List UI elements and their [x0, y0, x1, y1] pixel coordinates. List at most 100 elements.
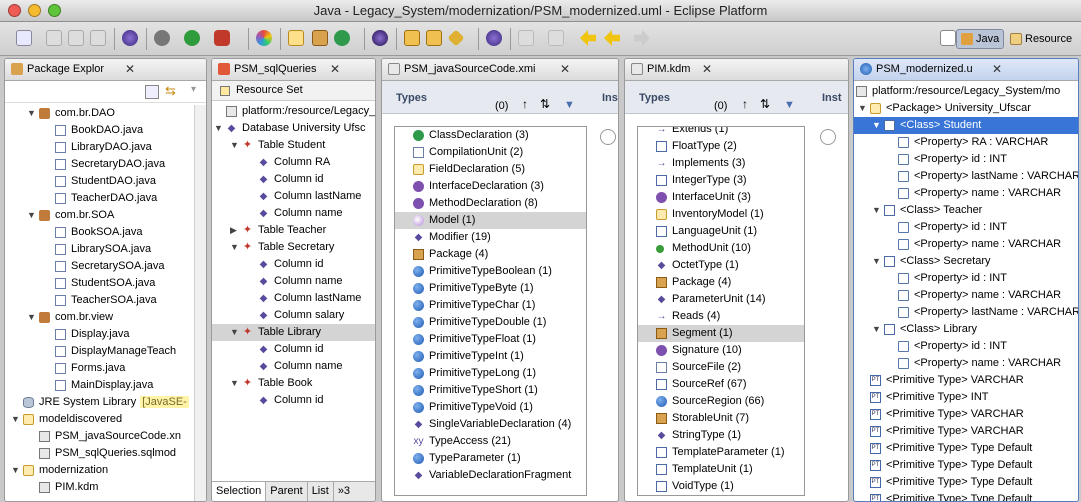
open-type-icon[interactable] [122, 30, 138, 46]
kdm-type-item[interactable]: Package (4) [638, 274, 804, 291]
package-explorer-item[interactable]: MainDisplay.java [5, 377, 206, 394]
tab-parent[interactable]: Parent [266, 482, 308, 501]
uml-tree-item[interactable]: PT <Primitive Type> VARCHAR [854, 423, 1078, 440]
expanded-twisty-icon[interactable]: ▼ [11, 462, 21, 479]
expanded-twisty-icon[interactable]: ▼ [858, 100, 868, 117]
open-folder-icon[interactable] [404, 30, 420, 46]
tab-selection[interactable]: Selection [212, 482, 267, 501]
uml-tree-item[interactable]: ▼ <Class> Secretary [854, 253, 1078, 270]
xmi-type-item[interactable]: PrimitiveTypeInt (1) [395, 348, 586, 365]
package-explorer-item[interactable]: BookSOA.java [5, 224, 206, 241]
package-explorer-item[interactable]: ▼ modernization [5, 462, 206, 479]
xmi-type-item[interactable]: CompilationUnit (2) [395, 144, 586, 161]
sql-tree-item[interactable]: platform:/resource/Legacy_ [212, 103, 375, 120]
package-explorer-item[interactable]: PIM.kdm [5, 479, 206, 496]
uml-tree-item[interactable]: <Property> id : INT [854, 270, 1078, 287]
expanded-twisty-icon[interactable]: ▼ [872, 321, 882, 338]
package-explorer-item[interactable]: ▼ modeldiscovered [5, 411, 206, 428]
sql-tree-item[interactable]: ▼ ✦ Table Book [212, 375, 375, 392]
kdm-type-item[interactable]: LanguageUnit (1) [638, 223, 804, 240]
kdm-type-item[interactable]: → Extends (1) [638, 127, 804, 138]
uml-tree-item[interactable]: PT <Primitive Type> VARCHAR [854, 372, 1078, 389]
sql-tree-item[interactable]: ◆ Column id [212, 256, 375, 273]
types-menu-icon[interactable]: ▼ [784, 99, 795, 111]
uml-modernized-tab[interactable]: PSM_modernized.u ✕ [854, 59, 1078, 81]
uml-tree-item[interactable]: PT <Primitive Type> Type Default [854, 440, 1078, 457]
pencil-icon[interactable] [447, 29, 465, 47]
sql-tree-item[interactable]: ◆ Column lastName [212, 290, 375, 307]
pim-kdm-tab[interactable]: PIM.kdm ✕ [625, 59, 848, 81]
uml-tree-item[interactable]: <Property> name : VARCHAR [854, 287, 1078, 304]
kdm-type-item[interactable]: VoidType (1) [638, 478, 804, 495]
kdm-type-item[interactable]: SourceFile (2) [638, 359, 804, 376]
kdm-type-item[interactable]: → Reads (4) [638, 308, 804, 325]
xmi-type-item[interactable]: TypeParameter (1) [395, 450, 586, 467]
package-explorer-item[interactable]: TeacherDAO.java [5, 190, 206, 207]
package-explorer-item[interactable]: Display.java [5, 326, 206, 343]
uml-tree-item[interactable]: ▼ <Class> Library [854, 321, 1078, 338]
package-explorer-item[interactable]: DisplayManageTeach [5, 343, 206, 360]
instances-radio-icon[interactable] [600, 129, 616, 145]
open-perspective-button[interactable] [940, 30, 956, 46]
sort-alpha-icon[interactable]: ⇅ [760, 97, 770, 111]
tab-overflow[interactable]: »3 [334, 482, 354, 501]
kdm-type-item[interactable]: SourceRegion (66) [638, 393, 804, 410]
xmi-type-item[interactable]: PrimitiveTypeFloat (1) [395, 331, 586, 348]
xmi-type-item[interactable]: Package (4) [395, 246, 586, 263]
collapse-all-icon[interactable] [145, 85, 159, 99]
xmi-type-item[interactable]: PrimitiveTypeBoolean (1) [395, 263, 586, 280]
expanded-twisty-icon[interactable]: ▼ [872, 253, 882, 270]
expanded-twisty-icon[interactable]: ▼ [11, 411, 21, 428]
uml-tree-item[interactable]: PT <Primitive Type> Type Default [854, 474, 1078, 491]
sort-up-icon[interactable]: ↑ [522, 97, 528, 111]
prev-annotation-icon[interactable] [548, 30, 564, 46]
package-explorer-scrollbar[interactable] [194, 105, 206, 501]
expanded-twisty-icon[interactable]: ▼ [872, 117, 882, 134]
package-explorer-item[interactable]: BookDAO.java [5, 122, 206, 139]
package-explorer-item[interactable]: PSM_javaSourceCode.xn [5, 428, 206, 445]
close-icon[interactable]: ✕ [560, 62, 570, 76]
package-explorer-item[interactable]: StudentDAO.java [5, 173, 206, 190]
xmi-type-item[interactable]: ClassDeclaration (3) [395, 127, 586, 144]
uml-tree-item[interactable]: PT <Primitive Type> INT [854, 389, 1078, 406]
uml-tree-item[interactable]: ▼ <Class> Teacher [854, 202, 1078, 219]
kdm-type-item[interactable]: StorableUnit (7) [638, 410, 804, 427]
external-tools-icon[interactable] [214, 30, 230, 46]
expanded-twisty-icon[interactable]: ▼ [27, 207, 37, 224]
kdm-type-item[interactable]: → Implements (3) [638, 155, 804, 172]
view-menu-icon[interactable]: ▾ [191, 84, 196, 95]
kdm-type-item[interactable]: SourceRef (67) [638, 376, 804, 393]
sql-queries-tab[interactable]: PSM_sqlQueries ✕ [212, 59, 375, 81]
xmi-type-item[interactable]: ◆ SingleVariableDeclaration (4) [395, 416, 586, 433]
print-icon[interactable] [90, 30, 106, 46]
package-explorer-item[interactable]: ▼ com.br.view [5, 309, 206, 326]
uml-tree-item[interactable]: <Property> name : VARCHAR [854, 185, 1078, 202]
xmi-type-item[interactable]: FieldDeclaration (5) [395, 161, 586, 178]
uml-tree-item[interactable]: ▼ <Package> University_Ufscar [854, 100, 1078, 117]
link-with-editor-icon[interactable]: ⇆ [165, 84, 179, 99]
uml-tree-item[interactable]: PT <Primitive Type> VARCHAR [854, 406, 1078, 423]
uml-tree-item[interactable]: PT <Primitive Type> Type Default [854, 457, 1078, 474]
new-java-project-icon[interactable] [288, 30, 304, 46]
package-explorer-item[interactable]: SecretaryDAO.java [5, 156, 206, 173]
xmi-type-item[interactable]: PrimitiveTypeByte (1) [395, 280, 586, 297]
sql-tree-item[interactable]: ◆ Column id [212, 171, 375, 188]
java-source-xmi-tab[interactable]: PSM_javaSourceCode.xmi ✕ [382, 59, 618, 81]
xmi-type-item[interactable]: PrimitiveTypeChar (1) [395, 297, 586, 314]
collapsed-twisty-icon[interactable]: ▶ [230, 222, 240, 239]
xmi-type-item[interactable]: Model (1) [395, 212, 586, 229]
run-icon[interactable] [184, 30, 200, 46]
uml-tree-item[interactable]: <Property> id : INT [854, 151, 1078, 168]
sql-tree-item[interactable]: ◆ Column lastName [212, 188, 375, 205]
uml-tree-item[interactable]: <Property> id : INT [854, 219, 1078, 236]
sql-tree-item[interactable]: ◆ Column name [212, 358, 375, 375]
package-explorer-item[interactable]: StudentSOA.java [5, 275, 206, 292]
package-explorer-item[interactable]: PSM_sqlQueries.sqlmod [5, 445, 206, 462]
expanded-twisty-icon[interactable]: ▼ [27, 309, 37, 326]
uml-tree-item[interactable]: <Property> RA : VARCHAR [854, 134, 1078, 151]
next-annotation-icon[interactable] [518, 30, 534, 46]
kdm-type-item[interactable]: FloatType (2) [638, 138, 804, 155]
expanded-twisty-icon[interactable]: ▼ [230, 137, 240, 154]
perspective-java[interactable]: Java [956, 29, 1005, 49]
uml-tree-item[interactable]: <Property> lastName : VARCHAR [854, 304, 1078, 321]
